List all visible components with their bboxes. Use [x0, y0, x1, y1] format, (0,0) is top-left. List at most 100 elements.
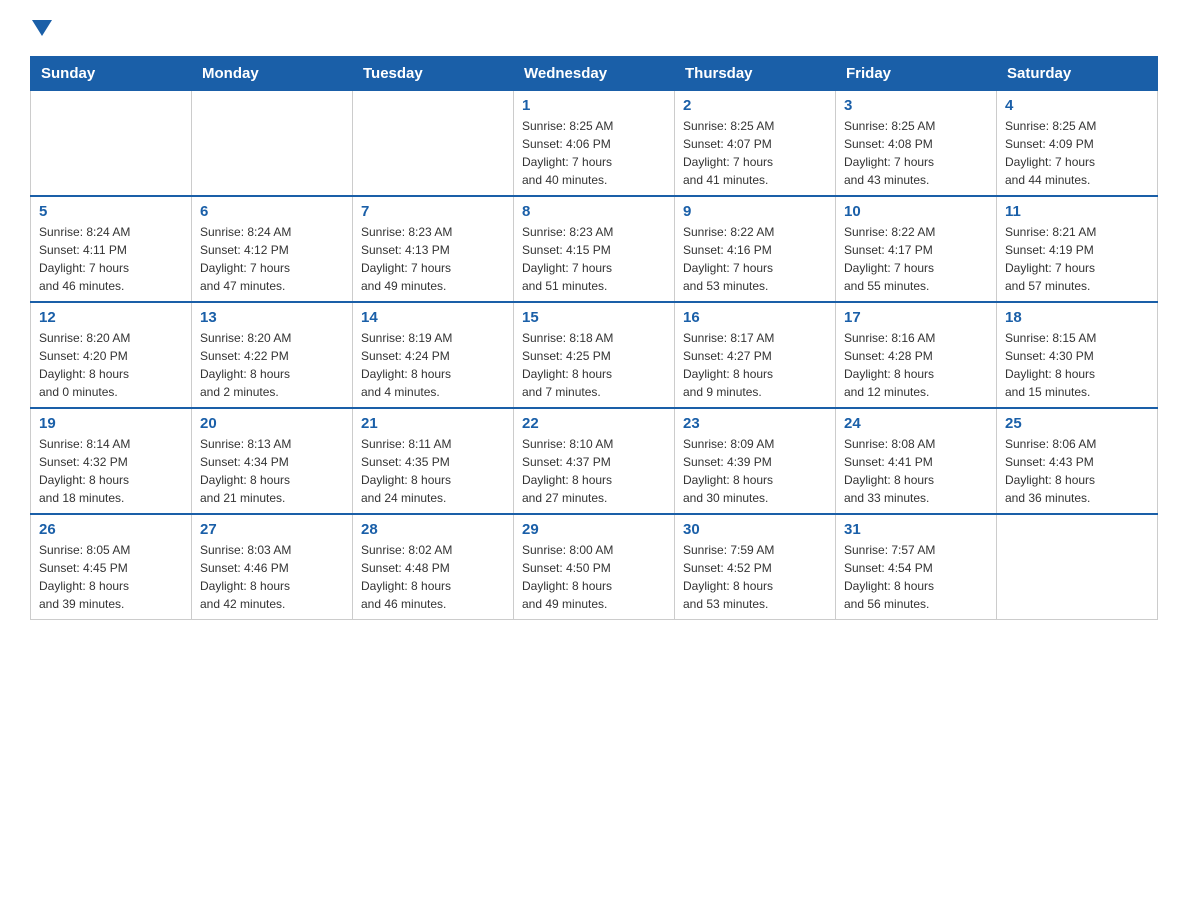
calendar-cell: 22 Sunrise: 8:10 AM Sunset: 4:37 PM Dayli… [514, 408, 675, 514]
day-number: 6 [200, 203, 344, 220]
day-info: Sunrise: 8:11 AM Sunset: 4:35 PM Dayligh… [361, 435, 505, 507]
calendar-cell: 23 Sunrise: 8:09 AM Sunset: 4:39 PM Dayli… [675, 408, 836, 514]
day-info: Sunrise: 8:03 AM Sunset: 4:46 PM Dayligh… [200, 541, 344, 613]
header-saturday: Saturday [997, 57, 1158, 91]
day-info: Sunrise: 8:22 AM Sunset: 4:17 PM Dayligh… [844, 223, 988, 295]
logo-triangle-icon [32, 20, 52, 36]
day-number: 23 [683, 415, 827, 432]
calendar-cell: 17Sunrise: 8:16 AM Sunset: 4:28 PM Dayli… [836, 302, 997, 408]
calendar-cell: 19 Sunrise: 8:14 AM Sunset: 4:32 PM Dayli… [31, 408, 192, 514]
day-info: Sunrise: 8:23 AM Sunset: 4:13 PM Dayligh… [361, 223, 505, 295]
calendar-cell: 30 Sunrise: 7:59 AM Sunset: 4:52 PM Dayli… [675, 514, 836, 620]
calendar-cell: 16 Sunrise: 8:17 AM Sunset: 4:27 PM Dayli… [675, 302, 836, 408]
day-number: 22 [522, 415, 666, 432]
day-number: 3 [844, 97, 988, 114]
header-monday: Monday [192, 57, 353, 91]
calendar-cell: 14 Sunrise: 8:19 AM Sunset: 4:24 PM Dayli… [353, 302, 514, 408]
calendar-cell: 12 Sunrise: 8:20 AM Sunset: 4:20 PM Dayli… [31, 302, 192, 408]
day-info: Sunrise: 7:57 AM Sunset: 4:54 PM Dayligh… [844, 541, 988, 613]
calendar-cell: 13 Sunrise: 8:20 AM Sunset: 4:22 PM Dayli… [192, 302, 353, 408]
calendar-cell: 15 Sunrise: 8:18 AM Sunset: 4:25 PM Dayli… [514, 302, 675, 408]
calendar-cell: 8Sunrise: 8:23 AM Sunset: 4:15 PM Daylig… [514, 196, 675, 302]
calendar-cell: 26 Sunrise: 8:05 AM Sunset: 4:45 PM Dayli… [31, 514, 192, 620]
day-number: 13 [200, 309, 344, 326]
day-number: 19 [39, 415, 183, 432]
day-number: 14 [361, 309, 505, 326]
day-info: Sunrise: 8:23 AM Sunset: 4:15 PM Dayligh… [522, 223, 666, 295]
day-number: 26 [39, 521, 183, 538]
day-info: Sunrise: 8:25 AM Sunset: 4:09 PM Dayligh… [1005, 117, 1149, 189]
day-info: Sunrise: 8:20 AM Sunset: 4:20 PM Dayligh… [39, 329, 183, 401]
calendar-cell: 18 Sunrise: 8:15 AM Sunset: 4:30 PM Dayli… [997, 302, 1158, 408]
day-number: 27 [200, 521, 344, 538]
page-header [30, 20, 1158, 36]
day-info: Sunrise: 8:21 AM Sunset: 4:19 PM Dayligh… [1005, 223, 1149, 295]
calendar-cell: 5 Sunrise: 8:24 AM Sunset: 4:11 PM Daylig… [31, 196, 192, 302]
day-number: 18 [1005, 309, 1149, 326]
day-info: Sunrise: 8:14 AM Sunset: 4:32 PM Dayligh… [39, 435, 183, 507]
header-thursday: Thursday [675, 57, 836, 91]
day-number: 2 [683, 97, 827, 114]
day-info: Sunrise: 8:24 AM Sunset: 4:12 PM Dayligh… [200, 223, 344, 295]
calendar-cell: 2 Sunrise: 8:25 AM Sunset: 4:07 PM Daylig… [675, 91, 836, 197]
header-wednesday: Wednesday [514, 57, 675, 91]
day-info: Sunrise: 8:08 AM Sunset: 4:41 PM Dayligh… [844, 435, 988, 507]
day-number: 24 [844, 415, 988, 432]
day-info: Sunrise: 8:24 AM Sunset: 4:11 PM Dayligh… [39, 223, 183, 295]
day-info: Sunrise: 8:00 AM Sunset: 4:50 PM Dayligh… [522, 541, 666, 613]
day-number: 28 [361, 521, 505, 538]
calendar-cell: 11 Sunrise: 8:21 AM Sunset: 4:19 PM Dayli… [997, 196, 1158, 302]
calendar-cell: 20 Sunrise: 8:13 AM Sunset: 4:34 PM Dayli… [192, 408, 353, 514]
day-number: 17 [844, 309, 988, 326]
calendar-cell: 24 Sunrise: 8:08 AM Sunset: 4:41 PM Dayli… [836, 408, 997, 514]
calendar-cell [192, 91, 353, 197]
day-number: 20 [200, 415, 344, 432]
day-number: 31 [844, 521, 988, 538]
day-info: Sunrise: 8:25 AM Sunset: 4:08 PM Dayligh… [844, 117, 988, 189]
day-number: 11 [1005, 203, 1149, 220]
day-number: 16 [683, 309, 827, 326]
calendar-cell: 1Sunrise: 8:25 AM Sunset: 4:06 PM Daylig… [514, 91, 675, 197]
day-number: 29 [522, 521, 666, 538]
day-info: Sunrise: 8:09 AM Sunset: 4:39 PM Dayligh… [683, 435, 827, 507]
calendar-week-1: 1Sunrise: 8:25 AM Sunset: 4:06 PM Daylig… [31, 91, 1158, 197]
day-info: Sunrise: 8:06 AM Sunset: 4:43 PM Dayligh… [1005, 435, 1149, 507]
calendar-week-2: 5 Sunrise: 8:24 AM Sunset: 4:11 PM Daylig… [31, 196, 1158, 302]
day-number: 15 [522, 309, 666, 326]
day-number: 10 [844, 203, 988, 220]
calendar-cell: 28 Sunrise: 8:02 AM Sunset: 4:48 PM Dayli… [353, 514, 514, 620]
calendar-cell: 3 Sunrise: 8:25 AM Sunset: 4:08 PM Daylig… [836, 91, 997, 197]
day-info: Sunrise: 8:22 AM Sunset: 4:16 PM Dayligh… [683, 223, 827, 295]
day-info: Sunrise: 8:13 AM Sunset: 4:34 PM Dayligh… [200, 435, 344, 507]
day-number: 5 [39, 203, 183, 220]
calendar-cell [353, 91, 514, 197]
calendar-cell: 21 Sunrise: 8:11 AM Sunset: 4:35 PM Dayli… [353, 408, 514, 514]
calendar-cell: 25 Sunrise: 8:06 AM Sunset: 4:43 PM Dayli… [997, 408, 1158, 514]
day-info: Sunrise: 8:18 AM Sunset: 4:25 PM Dayligh… [522, 329, 666, 401]
calendar-cell: 4 Sunrise: 8:25 AM Sunset: 4:09 PM Daylig… [997, 91, 1158, 197]
calendar-cell [31, 91, 192, 197]
calendar-cell: 29 Sunrise: 8:00 AM Sunset: 4:50 PM Dayli… [514, 514, 675, 620]
day-number: 9 [683, 203, 827, 220]
calendar-cell: 27 Sunrise: 8:03 AM Sunset: 4:46 PM Dayli… [192, 514, 353, 620]
day-number: 21 [361, 415, 505, 432]
day-info: Sunrise: 8:10 AM Sunset: 4:37 PM Dayligh… [522, 435, 666, 507]
day-number: 30 [683, 521, 827, 538]
day-number: 25 [1005, 415, 1149, 432]
day-number: 1 [522, 97, 666, 114]
day-info: Sunrise: 8:19 AM Sunset: 4:24 PM Dayligh… [361, 329, 505, 401]
day-info: Sunrise: 8:17 AM Sunset: 4:27 PM Dayligh… [683, 329, 827, 401]
calendar-cell: 6 Sunrise: 8:24 AM Sunset: 4:12 PM Daylig… [192, 196, 353, 302]
day-info: Sunrise: 8:02 AM Sunset: 4:48 PM Dayligh… [361, 541, 505, 613]
calendar-week-4: 19 Sunrise: 8:14 AM Sunset: 4:32 PM Dayli… [31, 408, 1158, 514]
day-info: Sunrise: 8:15 AM Sunset: 4:30 PM Dayligh… [1005, 329, 1149, 401]
day-info: Sunrise: 8:20 AM Sunset: 4:22 PM Dayligh… [200, 329, 344, 401]
day-number: 12 [39, 309, 183, 326]
day-info: Sunrise: 8:25 AM Sunset: 4:07 PM Dayligh… [683, 117, 827, 189]
day-info: Sunrise: 8:05 AM Sunset: 4:45 PM Dayligh… [39, 541, 183, 613]
calendar-table: SundayMondayTuesdayWednesdayThursdayFrid… [30, 56, 1158, 620]
day-info: Sunrise: 7:59 AM Sunset: 4:52 PM Dayligh… [683, 541, 827, 613]
calendar-cell: 31 Sunrise: 7:57 AM Sunset: 4:54 PM Dayli… [836, 514, 997, 620]
day-number: 4 [1005, 97, 1149, 114]
logo [30, 20, 54, 36]
